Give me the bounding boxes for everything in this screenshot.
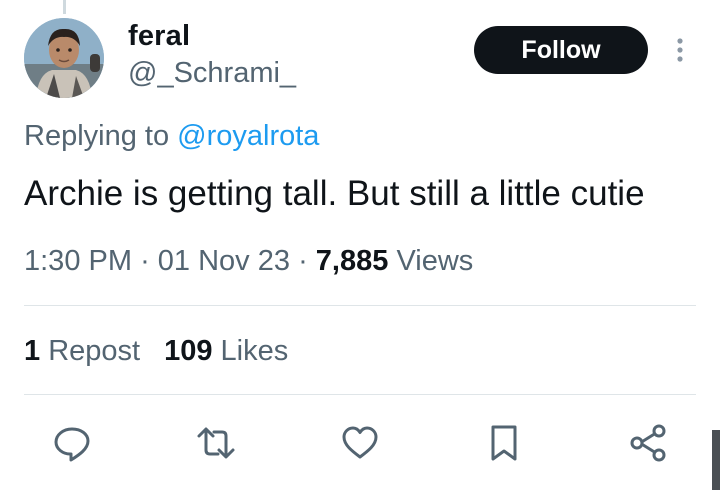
reply-icon (54, 427, 90, 462)
tweet-text: Archie is getting tall. But still a litt… (24, 174, 645, 213)
bookmark-icon (491, 425, 517, 461)
author-display-name[interactable]: feral (128, 20, 190, 53)
follow-button[interactable]: Follow (474, 26, 648, 74)
meta-separator: · (298, 245, 308, 277)
reply-button[interactable] (50, 423, 94, 463)
thread-connector-line (63, 0, 66, 14)
repost-icon (197, 427, 235, 459)
likes-label: Likes (220, 335, 289, 367)
tweet-meta: 1:30 PM · 01 Nov 23 · 7,885 Views (24, 245, 473, 278)
tweet-time[interactable]: 1:30 PM (24, 245, 132, 277)
tweet-date[interactable]: 01 Nov 23 (158, 245, 290, 277)
like-icon (342, 426, 378, 459)
divider (24, 305, 696, 306)
more-options-icon[interactable] (668, 36, 692, 66)
bookmark-button[interactable] (482, 423, 526, 463)
avatar[interactable] (24, 18, 104, 98)
like-button[interactable] (338, 423, 382, 463)
avatar-photo (24, 18, 104, 98)
replying-to: Replying to @royalrota (24, 120, 319, 153)
likes-count: 109 (164, 335, 213, 367)
reposts-label: Repost (48, 335, 141, 367)
views-count: 7,885 (315, 245, 389, 277)
scrollbar[interactable] (712, 430, 720, 490)
share-button[interactable] (626, 423, 670, 463)
views-label: Views (396, 245, 474, 277)
reposts-count: 1 (24, 335, 41, 367)
replying-to-label: Replying to (24, 120, 170, 152)
reposts-stat[interactable]: 1 Repost (24, 335, 140, 367)
divider (24, 394, 696, 395)
repost-button[interactable] (194, 423, 238, 463)
likes-stat[interactable]: 109 Likes (164, 335, 288, 367)
author-handle[interactable]: @_Schrami_ (128, 57, 296, 90)
meta-separator: · (140, 245, 150, 277)
share-icon (630, 424, 666, 462)
engagement-stats: 1 Repost 109 Likes (24, 335, 288, 368)
reply-mention-link[interactable]: @royalrota (177, 120, 319, 152)
